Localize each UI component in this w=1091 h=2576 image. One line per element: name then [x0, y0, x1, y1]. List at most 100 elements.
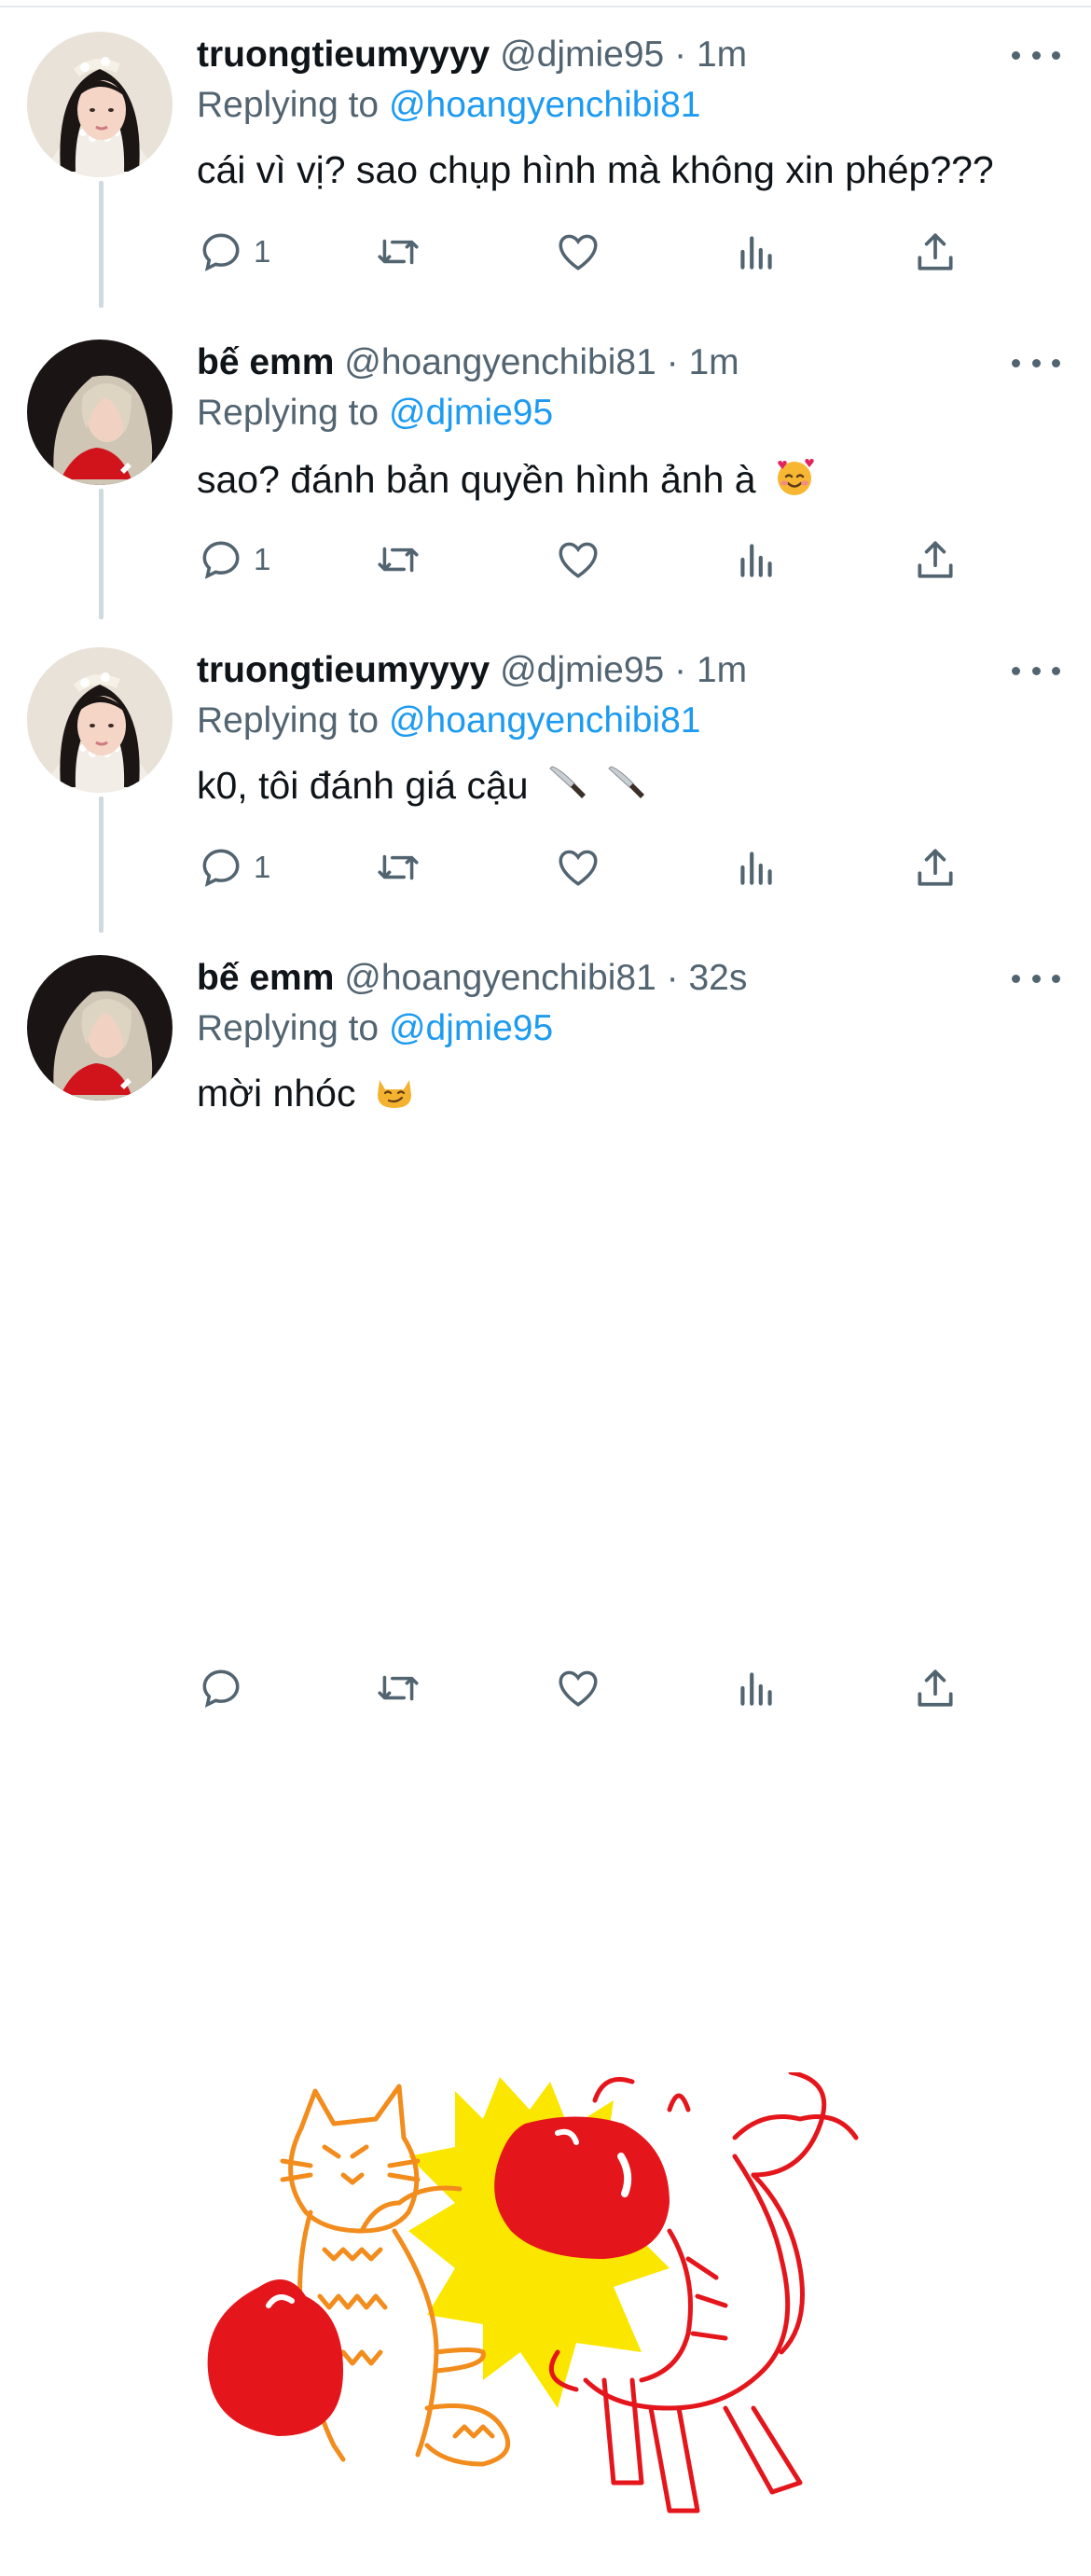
like-button[interactable] — [555, 839, 601, 895]
share-button[interactable] — [912, 839, 959, 895]
display-name[interactable]: truongtieumyyyy — [197, 35, 490, 75]
reply-icon — [202, 849, 240, 887]
user-handle[interactable]: @hoangyenchibi81 — [344, 342, 656, 382]
analytics-icon — [740, 1672, 772, 1706]
reply-icon — [202, 541, 240, 579]
avatar[interactable] — [27, 32, 173, 177]
more-icon[interactable] — [1012, 955, 1060, 1002]
mention-link[interactable]: @djmie95 — [389, 1008, 553, 1048]
reply-count: 1 — [254, 542, 271, 576]
retweet-icon — [378, 547, 419, 573]
smirking-cat-icon — [377, 1080, 411, 1108]
tweet-actions: 1 — [0, 532, 1091, 588]
analytics-button[interactable] — [733, 224, 780, 280]
replying-to: Replying to @djmie95 — [197, 1005, 553, 1052]
replying-to: Replying to @hoangyenchibi81 — [197, 698, 700, 744]
retweet-button[interactable] — [375, 1660, 421, 1716]
share-icon — [918, 233, 953, 270]
avatar[interactable] — [27, 339, 173, 485]
reply-button[interactable]: 1 — [198, 839, 270, 895]
analytics-icon — [740, 544, 772, 577]
avatar-image-girl-dark-hair — [27, 647, 173, 793]
avatar-image-girl-red-dress — [27, 955, 173, 1101]
reply-icon — [202, 233, 240, 271]
retweet-button[interactable] — [375, 532, 421, 588]
reply-button[interactable]: 1 — [198, 224, 270, 280]
mention-link[interactable]: @djmie95 — [389, 393, 553, 433]
reply-icon — [202, 1669, 240, 1708]
timestamp[interactable]: 32s — [688, 958, 747, 998]
share-button[interactable] — [912, 224, 959, 280]
timestamp[interactable]: 1m — [688, 342, 739, 382]
tweet-actions: 1 — [0, 839, 1091, 895]
replying-to: Replying to @djmie95 — [197, 390, 553, 436]
tweet-header: bế emm @hoangyenchibi81 · 1m — [197, 339, 739, 386]
like-button[interactable] — [555, 224, 601, 280]
retweet-button[interactable] — [375, 224, 421, 280]
share-button[interactable] — [912, 1660, 959, 1716]
tweet-text: k0, tôi đánh giá cậu — [197, 761, 646, 810]
timestamp[interactable]: 1m — [697, 35, 747, 75]
tweet[interactable]: bế emm @hoangyenchibi81 · 1m Replying to… — [0, 308, 1091, 616]
tweet[interactable]: truongtieumyyyy @djmie95 · 1m Replying t… — [0, 616, 1091, 923]
tweet-text: sao? đánh bản quyền hình ảnh à — [197, 455, 815, 504]
mention-link[interactable]: @hoangyenchibi81 — [389, 85, 701, 125]
smiling-face-with-hearts-icon — [778, 459, 814, 495]
like-button[interactable] — [555, 1660, 601, 1716]
tweet-text-content: sao? đánh bản quyền hình ảnh à — [197, 458, 756, 501]
more-icon[interactable] — [1012, 339, 1060, 386]
knife-icon — [549, 766, 586, 798]
share-icon — [918, 1669, 953, 1707]
reply-count: 1 — [254, 850, 271, 884]
analytics-icon — [740, 236, 772, 270]
replying-to-label: Replying to — [197, 700, 380, 741]
tweet-text-content: mời nhóc — [197, 1072, 356, 1115]
more-icon[interactable] — [1012, 647, 1060, 694]
like-icon — [559, 850, 598, 886]
user-handle[interactable]: @djmie95 — [500, 650, 664, 690]
like-icon — [559, 1670, 598, 1707]
analytics-button[interactable] — [733, 1660, 780, 1716]
tweet-header: truongtieumyyyy @djmie95 · 1m — [197, 647, 747, 694]
retweet-icon — [378, 239, 419, 265]
analytics-button[interactable] — [733, 839, 780, 895]
share-button[interactable] — [912, 532, 959, 588]
retweet-icon — [378, 1675, 419, 1701]
tweet-text: cái vì vị? sao chụp hình mà không xin ph… — [197, 145, 994, 194]
more-icon[interactable] — [1012, 32, 1060, 78]
attached-drawing-boxing-cat[interactable] — [203, 2072, 968, 2576]
replying-to-label: Replying to — [197, 1008, 380, 1048]
tweet[interactable]: truongtieumyyyy @djmie95 · 1m Replying t… — [0, 0, 1091, 308]
tweet-text-content: cái vì vị? sao chụp hình mà không xin ph… — [197, 148, 994, 191]
retweet-button[interactable] — [375, 839, 421, 895]
display-name[interactable]: bế emm — [197, 342, 334, 382]
tweet-text: mời nhóc — [197, 1069, 415, 1117]
avatar[interactable] — [27, 955, 173, 1101]
replying-to-label: Replying to — [197, 393, 380, 433]
tweet-header: bế emm @hoangyenchibi81 · 32s — [197, 955, 747, 1002]
tweet-actions — [0, 1660, 1091, 1716]
share-icon — [918, 849, 953, 886]
like-icon — [559, 542, 598, 578]
reply-button[interactable] — [198, 1660, 254, 1716]
analytics-button[interactable] — [733, 532, 780, 588]
timestamp[interactable]: 1m — [697, 650, 747, 690]
user-handle[interactable]: @djmie95 — [500, 35, 664, 75]
avatar-image-girl-dark-hair — [27, 32, 173, 177]
analytics-icon — [740, 852, 772, 885]
share-icon — [918, 541, 953, 578]
like-icon — [559, 234, 598, 270]
display-name[interactable]: truongtieumyyyy — [197, 650, 490, 690]
retweet-icon — [378, 854, 419, 880]
like-button[interactable] — [555, 532, 601, 588]
separator-dot: · — [674, 650, 687, 690]
avatar[interactable] — [27, 647, 173, 793]
reply-button[interactable]: 1 — [198, 532, 270, 588]
display-name[interactable]: bế emm — [197, 958, 334, 998]
tweet-header: truongtieumyyyy @djmie95 · 1m — [197, 32, 747, 78]
tweet[interactable]: bế emm @hoangyenchibi81 · 32s Replying t… — [0, 923, 1091, 2514]
separator-dot: · — [666, 342, 679, 382]
replying-to-label: Replying to — [197, 85, 380, 125]
mention-link[interactable]: @hoangyenchibi81 — [389, 700, 701, 741]
user-handle[interactable]: @hoangyenchibi81 — [344, 958, 656, 998]
